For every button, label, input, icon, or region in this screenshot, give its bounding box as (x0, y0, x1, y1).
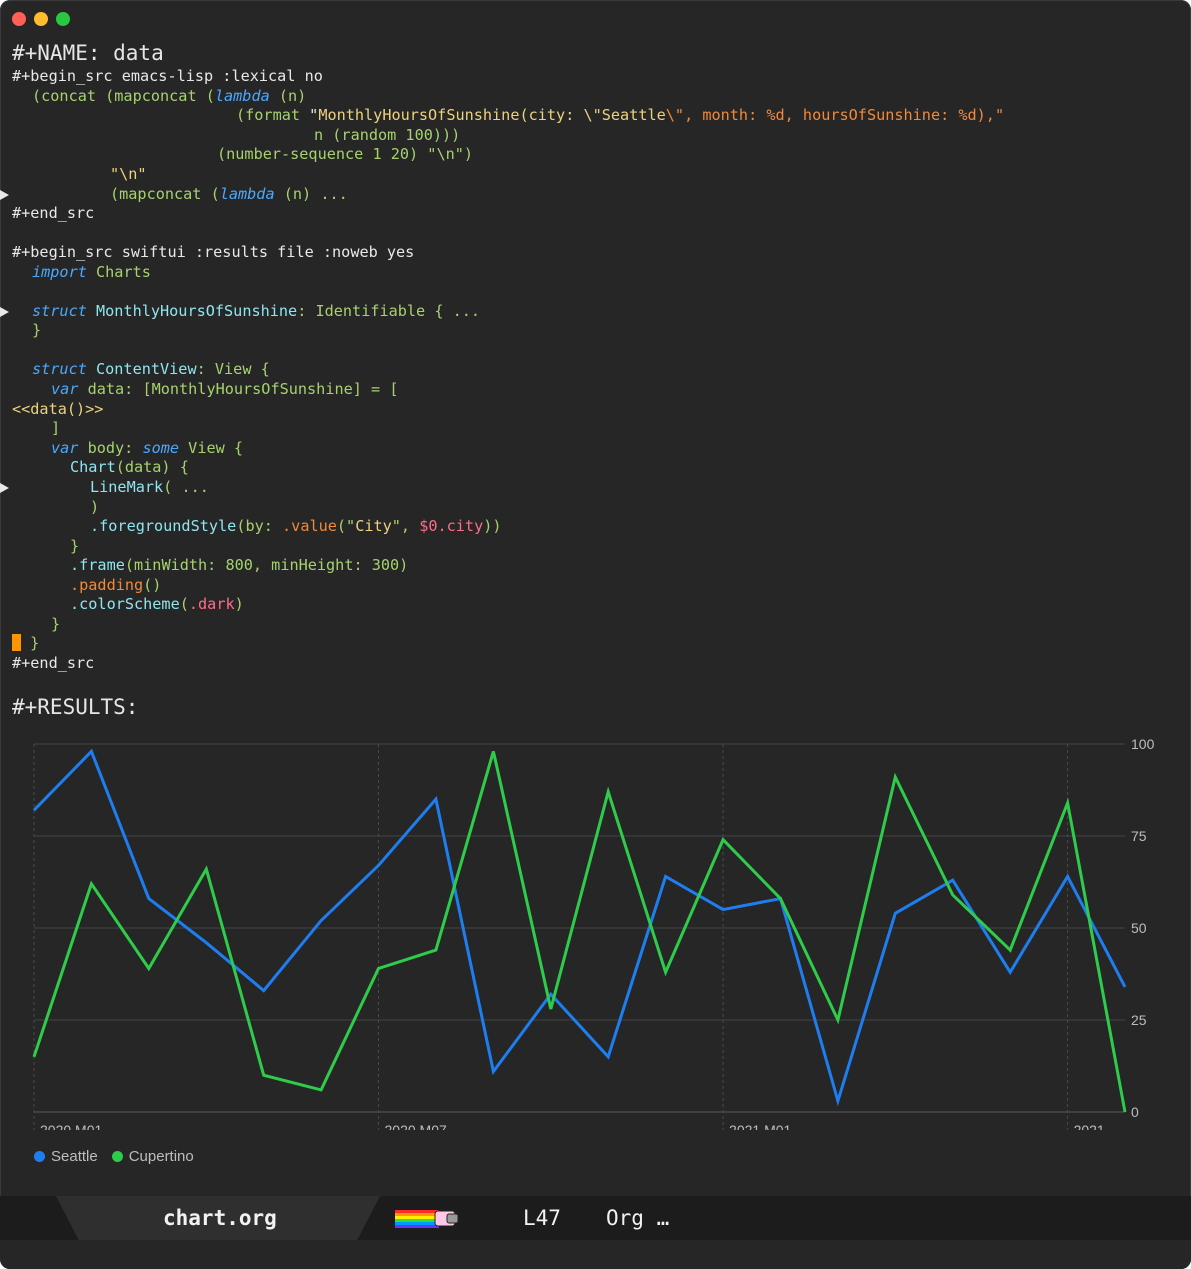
legend-swatch (111, 1151, 123, 1162)
y-tick-label: 25 (1131, 1012, 1147, 1028)
src2-end: #+end_src (12, 654, 95, 672)
fold-arrow-icon[interactable] (0, 307, 9, 317)
y-tick-label: 50 (1131, 920, 1147, 936)
name-line: #+NAME: data (12, 41, 164, 65)
text-cursor (12, 634, 21, 651)
close-button[interactable] (12, 12, 26, 26)
legend-label: Seattle (51, 1148, 98, 1165)
minimize-button[interactable] (34, 12, 48, 26)
sunshine-line-chart: 0 25 50 75 100 2020 M01 2020 M07 2021 M01 2021..… (32, 736, 1155, 1130)
legend-item-seattle: Seattle (34, 1148, 98, 1165)
swift-colorscheme-line: .colorScheme(.dark) (70, 595, 244, 613)
swift-struct1-folded[interactable]: struct MonthlyHoursOfSunshine: Identifia… (0, 302, 480, 322)
legend-label: Cupertino (128, 1148, 194, 1165)
swift-frame-line: .frame(minWidth: 800, minHeight: 300) (70, 556, 409, 574)
paren-close: ) (90, 498, 100, 516)
src2-begin: #+begin_src swiftui :results file :noweb… (12, 243, 415, 261)
fold-arrow-icon[interactable] (0, 190, 9, 200)
swift-var-data-line: var data: [MonthlyHoursOfSunshine] = [ (51, 380, 399, 398)
x-tick-label: 2021 M01 (729, 1122, 791, 1130)
chart-legend: Seattle Cupertino (34, 1148, 194, 1165)
swift-foreground-line: .foregroundStyle(by: .value("City", $0.c… (90, 517, 502, 535)
brace-close: } (70, 537, 80, 555)
nyan-cat-progress-icon (395, 1210, 459, 1228)
x-tick-label: 2020 M07 (385, 1122, 447, 1130)
swift-struct2-line: struct ContentView: View { (32, 360, 270, 378)
src1-begin: #+begin_src emacs-lisp :lexical no (12, 67, 323, 85)
src1-end: #+end_src (12, 204, 95, 222)
emacs-window: #+NAME: data #+begin_src emacs-lisp :lex… (0, 0, 1191, 1269)
echo-area[interactable] (0, 1240, 1191, 1269)
noweb-reference: <<data()>> (12, 400, 104, 418)
x-tick-label: 2020 M01 (40, 1122, 102, 1130)
elisp-numseq-line: (number-sequence 1 20) "\n") (217, 145, 474, 163)
x-tick-label: 2021... (1074, 1122, 1117, 1130)
y-tick-label: 100 (1131, 736, 1155, 752)
line-number: L47 (523, 1206, 561, 1230)
elisp-newline-line: "\n" (110, 165, 147, 183)
series-line-cupertino (32, 750, 1127, 1113)
brace-close: } (32, 321, 42, 339)
y-tick-label: 75 (1131, 828, 1147, 844)
elisp-format-line: (format "MonthlyHoursOfSunshine(city: \"… (236, 106, 1005, 124)
brace-close: } (51, 615, 61, 633)
fold-arrow-icon[interactable] (0, 483, 9, 493)
y-tick-label: 0 (1131, 1104, 1139, 1120)
swift-chart-line: Chart(data) { (70, 458, 189, 476)
buffer-name[interactable]: chart.org (163, 1206, 277, 1230)
swift-var-body-line: var body: some View { (51, 439, 244, 457)
cursor-line[interactable]: } (12, 634, 39, 654)
window-controls (12, 12, 70, 26)
legend-item-cupertino: Cupertino (111, 1148, 194, 1165)
elisp-concat-line: (concat (mapconcat (lambda (n) (32, 87, 307, 105)
elisp-random-line: n (random 100))) (314, 126, 461, 144)
swift-linemark-folded[interactable]: LineMark( ... (0, 478, 209, 498)
legend-swatch (34, 1151, 45, 1162)
elisp-mapconcat-folded[interactable]: (mapconcat (lambda (n) ... (0, 185, 348, 205)
zoom-button[interactable] (56, 12, 70, 26)
swift-padding-line: .padding() (70, 576, 162, 594)
results-keyword: #+RESULTS: (12, 695, 139, 719)
bracket-close: ] (51, 419, 61, 437)
series-line-seattle (32, 748, 1127, 1107)
major-mode[interactable]: Org … (606, 1206, 669, 1230)
swift-import-line: import Charts (32, 263, 151, 281)
